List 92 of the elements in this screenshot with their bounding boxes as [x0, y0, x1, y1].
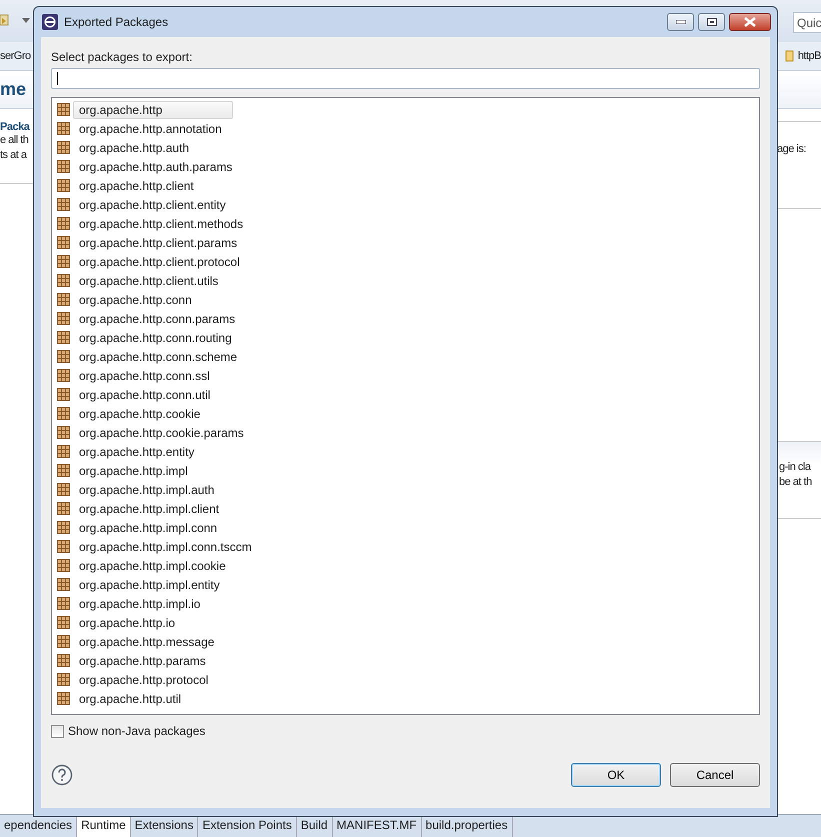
package-icon	[57, 597, 70, 610]
dialog-button[interactable]: Cancel	[670, 763, 760, 787]
package-icon	[57, 445, 70, 458]
package-item[interactable]: org.apache.http.client.entity	[73, 196, 233, 214]
package-item[interactable]: org.apache.http.client.protocol	[73, 252, 247, 270]
package-icon	[57, 312, 70, 325]
package-item[interactable]: org.apache.http.message	[73, 632, 222, 650]
package-icon	[57, 540, 70, 553]
maximize-icon	[706, 18, 716, 26]
maximize-button[interactable]	[698, 13, 725, 31]
package-item[interactable]: org.apache.http.auth.params	[73, 158, 240, 176]
package-item[interactable]: org.apache.http.conn.util	[73, 386, 218, 404]
package-item[interactable]: org.apache.http.auth	[73, 138, 196, 156]
package-icon	[57, 236, 70, 249]
package-icon	[57, 407, 70, 420]
package-item[interactable]: org.apache.http.io	[73, 614, 182, 632]
package-item[interactable]: org.apache.http.annotation	[73, 120, 229, 138]
package-item[interactable]: org.apache.http.impl.client	[73, 500, 226, 518]
package-icon	[57, 692, 70, 705]
breadcrumb-text[interactable]: httpB	[798, 50, 821, 62]
package-icon	[57, 179, 70, 192]
package-item[interactable]: org.apache.http.conn.params	[73, 310, 242, 328]
package-icon	[57, 616, 70, 629]
package-icon	[57, 198, 70, 211]
package-icon	[57, 654, 70, 667]
package-icon	[57, 103, 70, 116]
package-item[interactable]: org.apache.http.util	[73, 690, 188, 708]
package-icon	[57, 255, 70, 268]
checkbox[interactable]	[51, 724, 64, 738]
prompt-label: Select packages to export:	[51, 50, 194, 66]
minimize-icon	[676, 20, 686, 24]
section-text: g-in cla	[779, 460, 812, 475]
package-icon	[57, 331, 70, 344]
package-icon	[57, 464, 70, 477]
dialog-button[interactable]: OK	[571, 763, 661, 787]
package-item[interactable]: org.apache.http.impl.auth	[73, 480, 222, 498]
minimize-button[interactable]	[667, 13, 694, 31]
package-item[interactable]: org.apache.http.params	[73, 652, 213, 670]
package-icon	[57, 426, 70, 439]
package-item[interactable]: org.apache.http	[73, 100, 234, 118]
package-item[interactable]: org.apache.http.conn.ssl	[73, 366, 217, 384]
section-title: Packa	[0, 121, 31, 133]
package-icon	[57, 274, 70, 287]
package-icon	[57, 369, 70, 382]
caret-icon[interactable]	[22, 18, 30, 22]
package-icon	[57, 673, 70, 686]
package-item[interactable]: org.apache.http.client.methods	[73, 214, 250, 232]
editor-tab[interactable]: Runtime	[77, 815, 131, 837]
package-item[interactable]: org.apache.http.impl.cookie	[73, 556, 233, 574]
package-item[interactable]: org.apache.http.client.utils	[73, 272, 226, 290]
package-icon	[57, 559, 70, 572]
package-icon	[57, 388, 70, 401]
package-item[interactable]: org.apache.http.cookie	[73, 404, 208, 422]
package-icon	[57, 635, 70, 648]
package-icon	[57, 350, 70, 363]
package-item[interactable]: org.apache.http.impl.io	[73, 594, 208, 612]
breadcrumb-text[interactable]: serGro	[0, 50, 31, 62]
package-icon	[57, 141, 70, 154]
package-item[interactable]: org.apache.http.protocol	[73, 670, 216, 688]
package-item[interactable]: org.apache.http.impl.conn	[73, 518, 224, 536]
package-icon	[57, 293, 70, 306]
window-title: Exported Packages	[64, 15, 168, 29]
package-item[interactable]: org.apache.http.entity	[73, 442, 202, 460]
package-item[interactable]: org.apache.http.cookie.params	[73, 424, 251, 442]
package-item[interactable]: org.apache.http.impl.conn.tsccm	[73, 538, 259, 556]
quick-access-field[interactable]: Quic	[793, 12, 821, 33]
package-item[interactable]: org.apache.http.conn.routing	[73, 328, 239, 346]
help-icon[interactable]	[51, 764, 73, 786]
section-text: be at th	[779, 475, 813, 490]
package-item[interactable]: org.apache.http.impl	[73, 462, 195, 480]
package-item[interactable]: org.apache.http.client.params	[73, 234, 244, 252]
package-icon	[57, 122, 70, 135]
package-item[interactable]: org.apache.http.impl.entity	[73, 576, 227, 594]
filter-field[interactable]	[51, 68, 760, 89]
package-icon	[57, 578, 70, 591]
close-icon	[744, 17, 756, 27]
package-icon	[57, 217, 70, 230]
package-icon	[57, 502, 70, 515]
section-text: e all th	[0, 133, 30, 148]
package-item[interactable]: org.apache.http.conn	[73, 290, 199, 308]
page-title: me	[0, 79, 26, 100]
section-text: ts at a	[0, 148, 28, 163]
eclipse-icon	[42, 14, 58, 30]
jar-icon	[784, 49, 795, 63]
close-button[interactable]	[729, 13, 771, 31]
package-icon	[57, 521, 70, 534]
package-icon	[57, 160, 70, 173]
package-item[interactable]: org.apache.http.client	[73, 176, 201, 194]
package-item[interactable]: org.apache.http.conn.scheme	[73, 348, 244, 366]
package-icon	[57, 483, 70, 496]
section-text: age is:	[777, 143, 806, 155]
checkbox-label: Show non-Java packages	[68, 724, 206, 738]
